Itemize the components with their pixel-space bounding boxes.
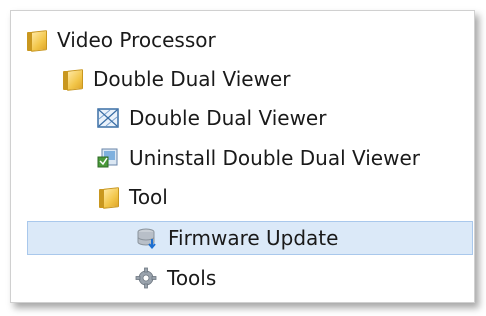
uninstall-icon <box>97 147 119 169</box>
tree-item-label: Firmware Update <box>168 226 339 250</box>
tree-item-double-dual-viewer-folder[interactable]: Double Dual Viewer <box>61 62 290 96</box>
tree-item-label: Tool <box>129 185 168 209</box>
tree-item-label: Video Processor <box>57 28 216 52</box>
tree-item-double-dual-viewer-app[interactable]: Double Dual Viewer <box>97 101 326 135</box>
start-menu-tree: Video Processor Double Dual Viewer Doubl… <box>10 10 475 303</box>
folder-icon <box>25 29 47 51</box>
tree-item-video-processor[interactable]: Video Processor <box>25 23 216 57</box>
app-icon <box>97 107 119 129</box>
tree-item-firmware-update[interactable]: Firmware Update <box>27 221 473 255</box>
tree-item-label: Tools <box>167 266 217 290</box>
tree-item-tool-folder[interactable]: Tool <box>97 180 168 214</box>
tree-item-uninstall[interactable]: Uninstall Double Dual Viewer <box>97 141 420 175</box>
folder-icon <box>97 186 119 208</box>
gear-icon <box>135 267 157 289</box>
folder-icon <box>61 68 83 90</box>
firmware-update-icon <box>136 227 158 250</box>
tree-item-label: Double Dual Viewer <box>93 67 291 91</box>
tree-item-tools[interactable]: Tools <box>135 261 216 295</box>
tree-item-label: Uninstall Double Dual Viewer <box>129 146 420 170</box>
tree-item-label: Double Dual Viewer <box>129 106 327 130</box>
